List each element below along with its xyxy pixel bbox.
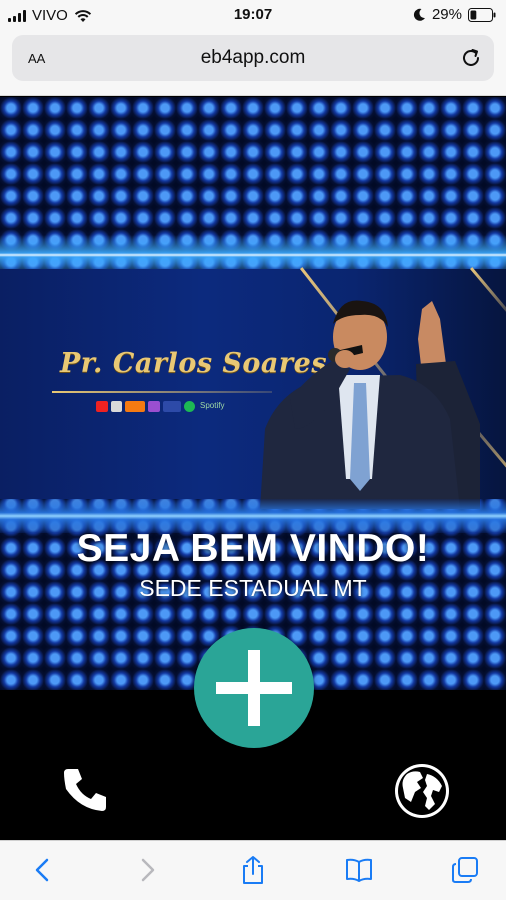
soundcloud-icon <box>125 401 145 412</box>
youtube-icon <box>96 401 108 412</box>
reload-icon[interactable] <box>458 45 484 71</box>
welcome-subtitle: SEDE ESTADUAL MT <box>139 575 367 601</box>
pastor-photo <box>260 300 480 509</box>
social-icons: Spotify <box>96 401 224 412</box>
welcome-heading: SEJA BEM VINDO! <box>76 527 430 570</box>
add-button[interactable] <box>194 628 314 748</box>
battery-icon <box>468 7 496 22</box>
app-icon <box>111 401 122 412</box>
pastor-strip: Pr. Carlos Soares Spotify <box>0 267 506 509</box>
spotify-label: Spotify <box>200 401 225 410</box>
spotify-icon <box>184 401 195 412</box>
address-bar[interactable]: AA eb4app.com <box>12 35 494 81</box>
phone-icon[interactable] <box>60 765 110 815</box>
signature-underline <box>52 391 272 393</box>
battery-group: 29% <box>413 6 496 23</box>
status-bar: VIVO 19:07 29% <box>0 0 506 30</box>
bookmarks-icon[interactable] <box>344 855 374 885</box>
browser-toolbar <box>0 840 506 900</box>
browser-chrome: AA eb4app.com <box>0 30 506 96</box>
forward-icon[interactable] <box>132 855 162 885</box>
radio-icon <box>148 401 160 412</box>
battery-percent: 29% <box>431 6 462 23</box>
url-text[interactable]: eb4app.com <box>12 47 494 69</box>
welcome-banner: Pr. Carlos Soares Spotify SEJA BEM VINDO… <box>0 97 506 690</box>
share-icon[interactable] <box>238 855 268 885</box>
moon-icon <box>413 8 425 21</box>
tabs-icon[interactable] <box>450 855 480 885</box>
podcast-icon <box>163 401 181 412</box>
back-icon[interactable] <box>28 855 58 885</box>
globe-icon[interactable] <box>393 762 451 820</box>
